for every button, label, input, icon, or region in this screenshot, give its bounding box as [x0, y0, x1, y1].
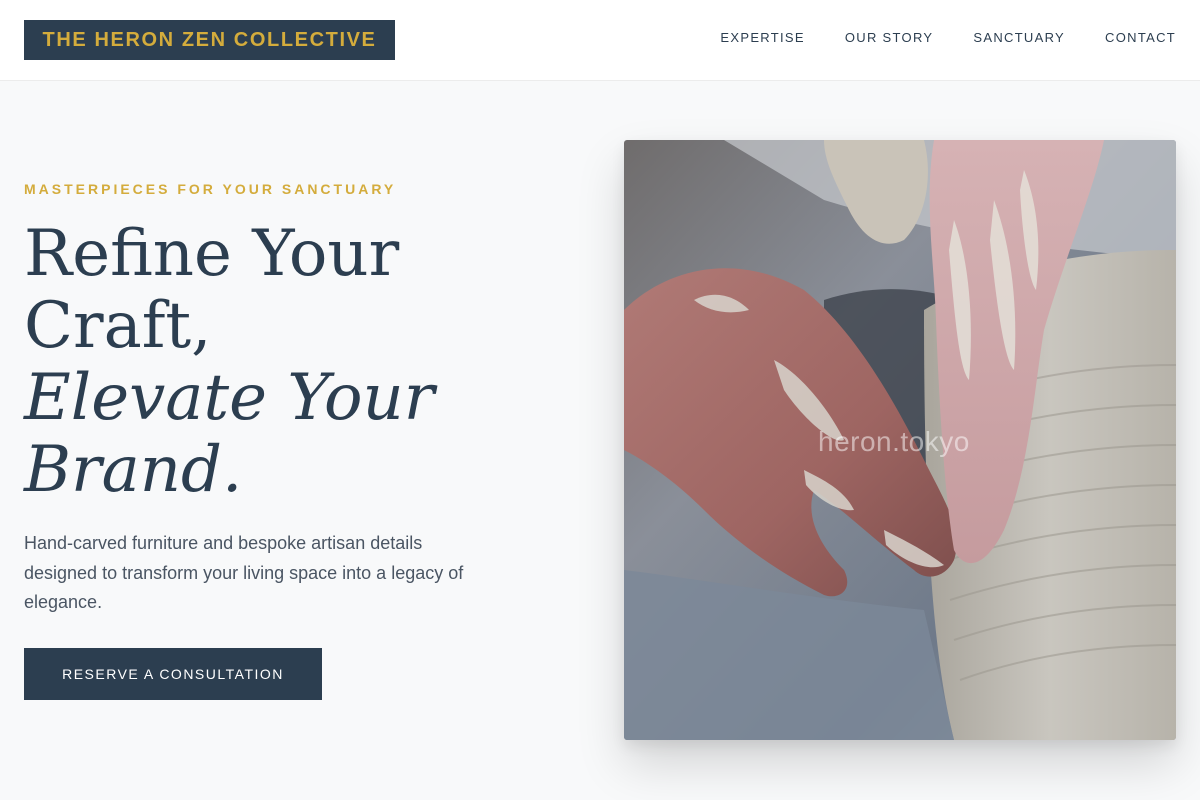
hero-headline: Refine Your Craft, Elevate Your Brand. [24, 218, 494, 506]
site-header: THE HERON ZEN COLLECTIVE EXPERTISE OUR S… [0, 0, 1200, 81]
hero-eyebrow: MASTERPIECES FOR YOUR SANCTUARY [24, 181, 397, 197]
nav-link-contact[interactable]: CONTACT [1105, 30, 1176, 46]
reserve-consultation-button[interactable]: RESERVE A CONSULTATION [24, 648, 322, 700]
hero-image: heron.tokyo [624, 140, 1176, 740]
headline-plain: Refine Your Craft, [24, 217, 400, 363]
nav-link-sanctuary[interactable]: SANCTUARY [973, 30, 1065, 46]
nav-link-expertise[interactable]: EXPERTISE [720, 30, 804, 46]
headline-italic: Elevate Your Brand. [24, 361, 435, 507]
photo-watermark: heron.tokyo [818, 426, 970, 457]
main-nav: EXPERTISE OUR STORY SANCTUARY CONTACT [720, 30, 1176, 46]
hero-description: Hand-carved furniture and bespoke artisa… [24, 533, 464, 612]
brand-logo[interactable]: THE HERON ZEN COLLECTIVE [24, 20, 395, 60]
nav-link-our-story[interactable]: OUR STORY [845, 30, 934, 46]
